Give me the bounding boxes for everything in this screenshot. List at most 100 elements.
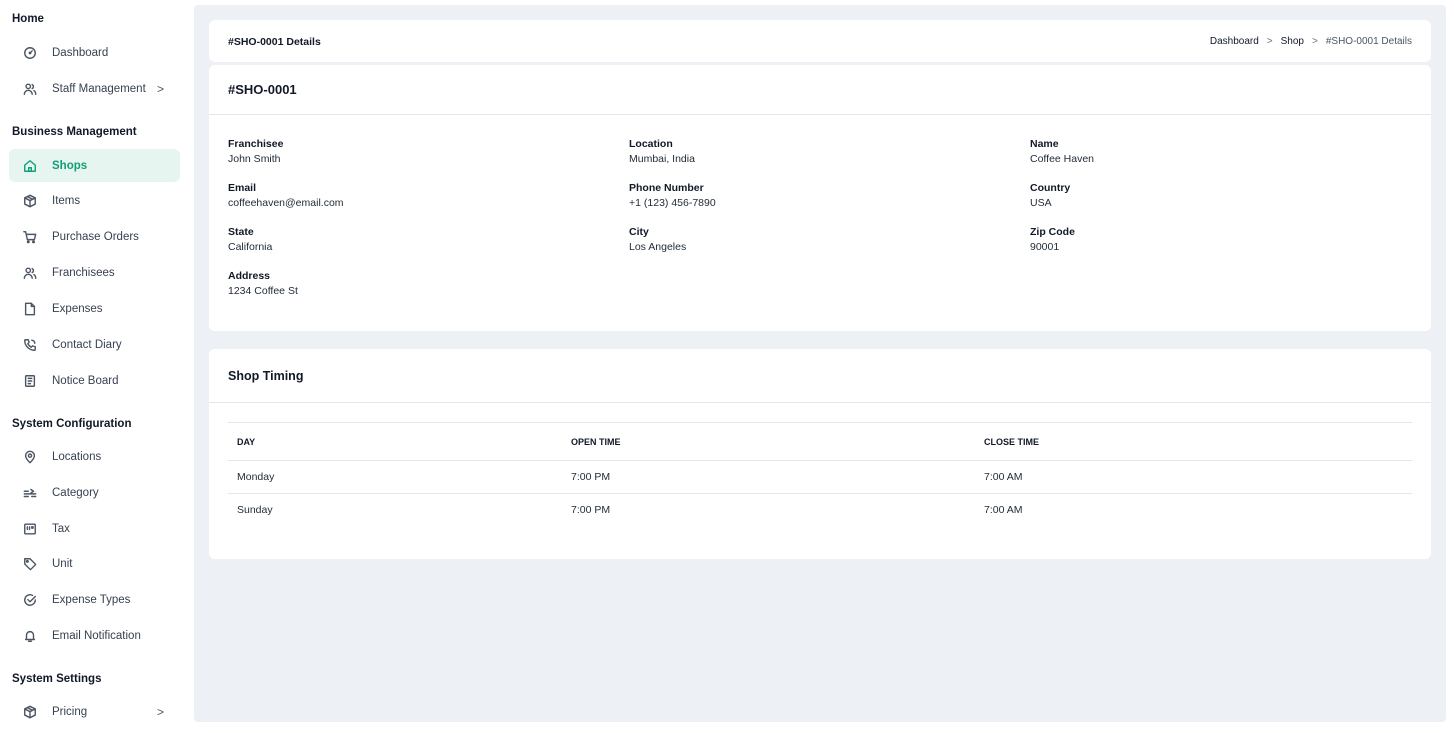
tag-icon: [23, 557, 37, 571]
field-value: coffeehaven@email.com: [228, 197, 344, 209]
shop-timing-table: DAY OPEN TIME CLOSE TIME Monday 7:00 PM …: [228, 422, 1412, 527]
field-email: Email coffeehaven@email.com: [228, 181, 344, 211]
sidebar-item-franchisees[interactable]: Franchisees: [9, 256, 180, 289]
sidebar-item-shops[interactable]: Shops: [9, 149, 180, 182]
field-value: USA: [1030, 197, 1052, 209]
sidebar-item-unit[interactable]: Unit: [9, 547, 180, 580]
cell-open-time: 7:00 PM: [562, 460, 975, 494]
location-pin-icon: [23, 450, 37, 464]
sidebar-item-label: Shops: [52, 159, 88, 172]
chevron-right-icon: >: [156, 704, 164, 719]
breadcrumb-shop[interactable]: Shop: [1281, 36, 1304, 47]
field-label: Country: [1030, 182, 1071, 194]
tax-icon: [23, 522, 37, 536]
page-header: #SHO-0001 Details Dashboard > Shop > #SH…: [209, 20, 1431, 62]
field-name: Name Coffee Haven: [1030, 137, 1094, 167]
sidebar-item-label: Expense Types: [52, 593, 131, 606]
main-content: #SHO-0001 Details Dashboard > Shop > #SH…: [194, 5, 1446, 722]
sidebar-item-label: Tax: [52, 522, 70, 535]
sidebar-item-expense-types[interactable]: Expense Types: [9, 583, 180, 616]
table-row: Sunday 7:00 PM 7:00 AM: [228, 494, 1412, 527]
table-header-row: DAY OPEN TIME CLOSE TIME: [228, 422, 1412, 461]
field-label: Email: [228, 182, 257, 194]
sidebar-item-label: Category: [52, 486, 99, 499]
notice-board-icon: [23, 374, 37, 388]
users-icon: [23, 266, 37, 280]
sidebar-item-items[interactable]: Items: [9, 184, 180, 217]
field-label: City: [629, 226, 649, 238]
field-label: Franchisee: [228, 138, 284, 150]
sidebar-item-tax[interactable]: Tax: [9, 512, 180, 545]
field-value: Los Angeles: [629, 241, 687, 253]
cell-day: Monday: [228, 460, 562, 494]
field-value: California: [228, 241, 273, 253]
breadcrumb-current: #SHO-0001 Details: [1325, 36, 1412, 47]
sidebar: Home Dashboard Staff Management > Busine…: [0, 0, 190, 733]
sidebar-item-label: Locations: [52, 450, 102, 463]
field-state: State California: [228, 225, 272, 255]
shop-timing-title: Shop Timing: [228, 369, 304, 383]
sidebar-item-label: Expenses: [52, 302, 103, 315]
page-title: #SHO-0001 Details: [228, 36, 321, 48]
cart-icon: [23, 230, 37, 244]
sidebar-item-label: Contact Diary: [52, 338, 122, 351]
sidebar-item-label: Unit: [52, 557, 73, 570]
section-system-configuration: System Configuration: [12, 418, 132, 430]
field-label: State: [228, 226, 254, 238]
chevron-right-icon: >: [156, 81, 164, 96]
cell-close-time: 7:00 AM: [984, 504, 1023, 517]
sidebar-item-purchase-orders[interactable]: Purchase Orders: [9, 220, 180, 253]
column-header-open-time: OPEN TIME: [562, 422, 975, 461]
sidebar-item-dashboard[interactable]: Dashboard: [9, 36, 180, 69]
field-value: Mumbai, India: [629, 153, 695, 165]
field-value: John Smith: [228, 153, 281, 165]
shop-id-title: #SHO-0001: [228, 82, 297, 97]
section-business-management: Business Management: [12, 126, 137, 138]
phone-icon: [23, 338, 37, 352]
sidebar-item-staff-management[interactable]: Staff Management >: [9, 72, 180, 105]
field-country: Country USA: [1030, 181, 1070, 211]
sidebar-item-label: Items: [52, 194, 81, 207]
breadcrumb-separator: >: [1266, 36, 1273, 47]
sidebar-item-locations[interactable]: Locations: [9, 440, 180, 473]
breadcrumb-separator: >: [1312, 36, 1318, 47]
breadcrumb-dashboard[interactable]: Dashboard: [1210, 36, 1259, 47]
column-header-close-time: CLOSE TIME: [975, 422, 1412, 461]
table-row: Monday 7:00 PM 7:00 AM: [228, 460, 1412, 494]
sidebar-item-contact-diary[interactable]: Contact Diary: [9, 328, 180, 361]
sidebar-item-notice-board[interactable]: Notice Board: [9, 364, 180, 397]
details-header: #SHO-0001: [209, 65, 1431, 115]
field-label: Name: [1030, 138, 1059, 150]
field-label: Address: [228, 270, 271, 282]
sidebar-item-expenses[interactable]: Expenses: [9, 292, 180, 325]
field-phone-number: Phone Number +1 (123) 456-7890: [629, 181, 716, 211]
sidebar-item-label: Staff Management: [52, 82, 146, 95]
category-icon: [23, 486, 37, 500]
timing-header: Shop Timing: [209, 349, 1431, 403]
check-circle-icon: [23, 593, 37, 607]
sidebar-item-category[interactable]: Category: [9, 476, 180, 509]
field-value: 90001: [1030, 241, 1060, 253]
dashboard-icon: [23, 46, 37, 60]
field-city: City Los Angeles: [629, 225, 686, 255]
field-franchisee: Franchisee John Smith: [228, 137, 283, 167]
users-icon: [23, 82, 37, 96]
package-icon: [23, 705, 37, 719]
sidebar-item-label: Purchase Orders: [52, 230, 139, 243]
field-label: Phone Number: [629, 182, 704, 194]
field-zip-code: Zip Code 90001: [1030, 225, 1075, 255]
column-header-day: DAY: [228, 422, 562, 461]
file-icon: [23, 302, 37, 316]
field-value: +1 (123) 456-7890: [629, 197, 716, 209]
cell-close-time: 7:00 AM: [975, 460, 1412, 494]
sidebar-item-pricing[interactable]: Pricing >: [9, 695, 180, 728]
sidebar-item-email-notification[interactable]: Email Notification: [9, 619, 180, 652]
field-location: Location Mumbai, India: [629, 137, 695, 167]
sidebar-item-label: Franchisees: [52, 266, 115, 279]
cell-open-time: 7:00 PM: [571, 504, 611, 517]
field-address: Address 1234 Coffee St: [228, 269, 298, 299]
sidebar-item-label: Email Notification: [52, 629, 141, 642]
breadcrumb: Dashboard > Shop > #SHO-0001 Details: [1210, 36, 1412, 47]
field-label: Location: [629, 138, 673, 150]
shop-timing-card: Shop Timing DAY OPEN TIME CLOSE TIME Mon…: [209, 349, 1431, 559]
